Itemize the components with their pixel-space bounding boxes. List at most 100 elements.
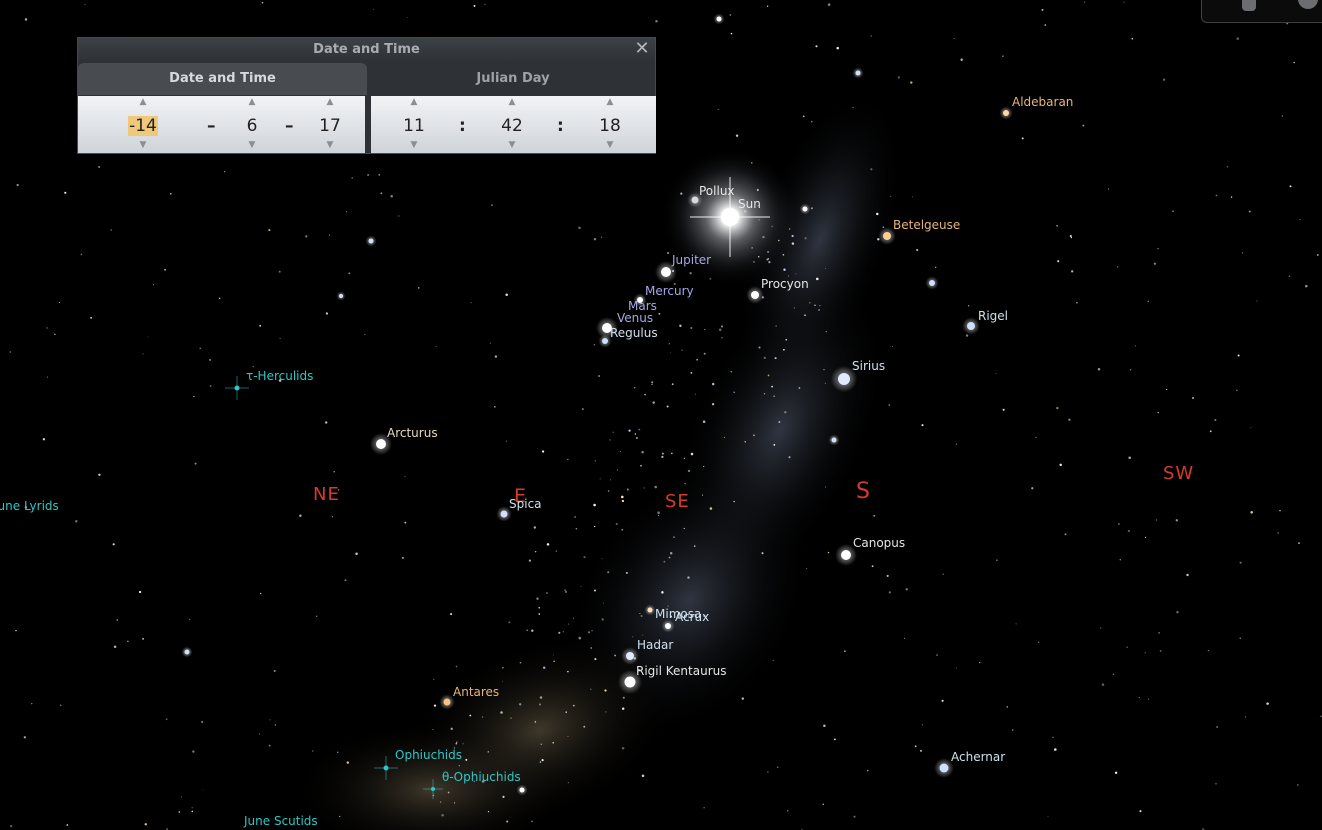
- bright-star[interactable]: [443, 698, 451, 706]
- hour-spinbox[interactable]: ▲ 11 ▼: [389, 96, 439, 153]
- star-label-achernar[interactable]: Achernar: [951, 750, 1005, 764]
- bright-star[interactable]: [626, 652, 634, 660]
- background-star: [635, 437, 638, 439]
- day-field[interactable]: 17: [305, 115, 355, 137]
- meteor-label-ophiuchids[interactable]: Ophiuchids: [395, 748, 462, 762]
- minute-down-arrow-icon[interactable]: ▼: [487, 140, 537, 150]
- star-label-canopus[interactable]: Canopus: [853, 536, 905, 550]
- bright-star[interactable]: [967, 322, 975, 330]
- minute-up-arrow-icon[interactable]: ▲: [487, 97, 537, 107]
- meteor-label-tau-herculids[interactable]: τ-Herculids: [246, 369, 313, 383]
- meteor-label-june-scutids[interactable]: June Scutids: [244, 814, 318, 828]
- star-label-hadar[interactable]: Hadar: [637, 638, 673, 652]
- background-star: [325, 421, 328, 424]
- bright-star[interactable]: [368, 238, 374, 244]
- star-label-acrux[interactable]: Acrux: [675, 610, 709, 624]
- bright-star[interactable]: [376, 439, 386, 449]
- star-label-aldebaran[interactable]: Aldebaran: [1012, 95, 1073, 109]
- planet-label-jupiter[interactable]: Jupiter: [672, 253, 711, 267]
- bright-star[interactable]: [883, 232, 891, 240]
- hour-field[interactable]: 11: [389, 115, 439, 137]
- year-down-arrow-icon[interactable]: ▼: [118, 140, 168, 150]
- month-field[interactable]: 6: [227, 115, 277, 137]
- background-star: [398, 215, 400, 217]
- meteor-label-theta-ophiuchids[interactable]: θ-Ophiuchids: [442, 770, 521, 784]
- second-field[interactable]: 18: [585, 115, 635, 137]
- year-spinbox[interactable]: ▲ -14 ▼: [118, 96, 168, 153]
- background-star: [1101, 683, 1105, 686]
- background-star: [1011, 729, 1014, 731]
- day-down-arrow-icon[interactable]: ▼: [305, 140, 355, 150]
- bright-star[interactable]: [751, 291, 759, 299]
- tab-date-and-time[interactable]: Date and Time: [78, 63, 367, 95]
- toolbar-icon[interactable]: [1242, 0, 1256, 11]
- year-up-arrow-icon[interactable]: ▲: [118, 97, 168, 107]
- bright-star[interactable]: [500, 510, 508, 518]
- top-right-toolbar[interactable]: [1201, 0, 1322, 23]
- star-label-rigel[interactable]: Rigel: [978, 309, 1008, 323]
- day-spinbox[interactable]: ▲ 17 ▼: [305, 96, 355, 153]
- star-label-sun[interactable]: Sun: [738, 197, 761, 211]
- bright-star[interactable]: [624, 676, 636, 688]
- background-star: [404, 475, 406, 478]
- time-panel: ▲ 11 ▼ : ▲ 42 ▼ : ▲ 18 ▼: [371, 96, 656, 153]
- background-star: [568, 623, 570, 625]
- toolbar-icon[interactable]: [1298, 0, 1318, 9]
- background-star: [824, 382, 826, 384]
- hour-down-arrow-icon[interactable]: ▼: [389, 140, 439, 150]
- second-down-arrow-icon[interactable]: ▼: [585, 140, 635, 150]
- background-star: [364, 333, 366, 335]
- day-up-arrow-icon[interactable]: ▲: [305, 97, 355, 107]
- close-icon[interactable]: ✕: [633, 39, 651, 59]
- bright-star[interactable]: [855, 70, 861, 76]
- star-label-antares[interactable]: Antares: [453, 685, 499, 699]
- year-field[interactable]: -14: [128, 116, 158, 136]
- star-label-betelgeuse[interactable]: Betelgeuse: [893, 218, 960, 232]
- bright-star[interactable]: [339, 294, 343, 298]
- background-star: [531, 629, 534, 632]
- background-star: [1297, 784, 1299, 786]
- bright-star[interactable]: [1003, 110, 1009, 116]
- background-star: [433, 704, 437, 707]
- bright-star[interactable]: [661, 267, 671, 277]
- bright-star[interactable]: [602, 338, 608, 344]
- background-star: [934, 266, 937, 269]
- month-down-arrow-icon[interactable]: ▼: [227, 140, 277, 150]
- star-label-regulus[interactable]: Regulus: [610, 326, 658, 340]
- bright-star[interactable]: [647, 607, 653, 613]
- star-label-pollux[interactable]: Pollux: [699, 184, 735, 198]
- minute-spinbox[interactable]: ▲ 42 ▼: [487, 96, 537, 153]
- planet-label-venus[interactable]: Venus: [617, 311, 653, 325]
- bright-star[interactable]: [939, 763, 949, 773]
- bright-star[interactable]: [929, 280, 935, 286]
- bright-star[interactable]: [841, 550, 851, 560]
- dialog-title[interactable]: Date and Time: [78, 38, 655, 62]
- star-label-procyon[interactable]: Procyon: [761, 277, 809, 291]
- cardinal-ne: NE: [313, 484, 340, 505]
- star-label-spica[interactable]: Spica: [509, 497, 542, 511]
- second-spinbox[interactable]: ▲ 18 ▼: [585, 96, 635, 153]
- meteor-label-june-lyrids[interactable]: June Lyrids: [0, 499, 59, 513]
- minute-field[interactable]: 42: [487, 115, 537, 137]
- background-star: [593, 503, 596, 507]
- bright-star[interactable]: [665, 623, 671, 629]
- planet-label-mercury[interactable]: Mercury: [645, 284, 694, 298]
- bright-star[interactable]: [838, 373, 850, 385]
- bright-star[interactable]: [716, 16, 722, 22]
- month-spinbox[interactable]: ▲ 6 ▼: [227, 96, 277, 153]
- second-up-arrow-icon[interactable]: ▲: [585, 97, 635, 107]
- background-star: [404, 521, 407, 524]
- bright-star[interactable]: [519, 787, 525, 793]
- background-star: [663, 560, 666, 563]
- bright-star[interactable]: [802, 206, 808, 212]
- star-label-rigil-kentaurus[interactable]: Rigil Kentaurus: [636, 664, 727, 678]
- background-star: [378, 174, 381, 176]
- bright-star[interactable]: [184, 649, 190, 655]
- star-label-arcturus[interactable]: Arcturus: [387, 426, 438, 440]
- background-star: [1097, 367, 1101, 371]
- star-label-sirius[interactable]: Sirius: [852, 359, 885, 373]
- tab-julian-day[interactable]: Julian Day: [371, 63, 655, 95]
- hour-up-arrow-icon[interactable]: ▲: [389, 97, 439, 107]
- bright-star[interactable]: [831, 437, 837, 443]
- month-up-arrow-icon[interactable]: ▲: [227, 97, 277, 107]
